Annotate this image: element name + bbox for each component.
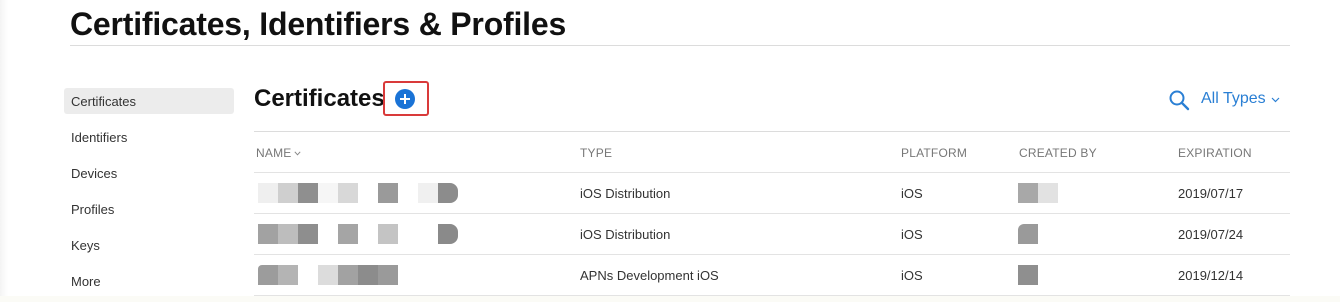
- cell-platform: iOS: [901, 227, 923, 242]
- cell-type: APNs Development iOS: [580, 268, 719, 283]
- redacted-name: [258, 224, 458, 244]
- sidebar-item-devices[interactable]: Devices: [64, 160, 234, 186]
- section-title: Certificates: [254, 85, 385, 112]
- bottom-edge: [0, 296, 1340, 302]
- sidebar-item-identifiers[interactable]: Identifiers: [64, 124, 234, 150]
- certificates-table: NAME TYPE PLATFORM CREATED BY EXPIRATION: [254, 132, 1290, 296]
- table-row[interactable]: iOS Distribution iOS 2019/07/24: [254, 214, 1290, 255]
- page-title: Certificates, Identifiers & Profiles: [70, 6, 567, 42]
- title-divider: [70, 45, 1290, 46]
- cell-type: iOS Distribution: [580, 186, 671, 201]
- cell-type: iOS Distribution: [580, 227, 671, 242]
- window-edge-shadow: [0, 0, 8, 302]
- cell-expiration: 2019/07/24: [1178, 227, 1244, 242]
- redacted-creator: [1018, 265, 1038, 285]
- sort-chevron-icon: [294, 151, 302, 156]
- sidebar-item-keys[interactable]: Keys: [64, 232, 234, 258]
- sidebar-item-label: Keys: [71, 237, 100, 253]
- sidebar-item-profiles[interactable]: Profiles: [64, 196, 234, 222]
- type-filter-label: All Types: [1201, 90, 1266, 107]
- cell-expiration: 2019/07/17: [1178, 186, 1244, 201]
- cell-platform: iOS: [901, 268, 923, 283]
- sidebar-item-label: Identifiers: [71, 129, 128, 145]
- search-icon[interactable]: [1168, 89, 1190, 116]
- sidebar-item-label: More: [71, 273, 101, 289]
- table-row[interactable]: APNs Development iOS iOS 2019/12/14: [254, 255, 1290, 296]
- redacted-name: [258, 265, 398, 285]
- plus-icon: [400, 94, 410, 104]
- sidebar-item-certificates[interactable]: Certificates: [64, 88, 234, 114]
- sidebar-item-more[interactable]: More: [64, 268, 234, 294]
- table-row[interactable]: iOS Distribution iOS 2019/07/17: [254, 173, 1290, 214]
- cell-platform: iOS: [901, 186, 923, 201]
- cell-expiration: 2019/12/14: [1178, 268, 1244, 283]
- redacted-creator: [1018, 183, 1058, 203]
- column-header-expiration[interactable]: EXPIRATION: [1178, 146, 1252, 160]
- column-header-created-by[interactable]: CREATED BY: [1019, 146, 1097, 160]
- column-header-name[interactable]: NAME: [256, 146, 302, 160]
- type-filter-dropdown[interactable]: All Types: [1201, 90, 1280, 108]
- redacted-name: [258, 183, 458, 203]
- redacted-creator: [1018, 224, 1038, 244]
- add-certificate-button[interactable]: [395, 89, 415, 109]
- sidebar-item-label: Profiles: [71, 201, 115, 217]
- column-header-platform[interactable]: PLATFORM: [901, 146, 967, 160]
- sidebar-item-label: Devices: [71, 165, 118, 181]
- sidebar: Certificates Identifiers Devices Profile…: [64, 88, 234, 302]
- table-header: NAME TYPE PLATFORM CREATED BY EXPIRATION: [254, 132, 1290, 173]
- column-header-type[interactable]: TYPE: [580, 146, 612, 160]
- page: Certificates, Identifiers & Profiles Cer…: [0, 0, 1340, 302]
- sidebar-item-label: Certificates: [71, 93, 137, 109]
- chevron-down-icon: [1271, 97, 1280, 103]
